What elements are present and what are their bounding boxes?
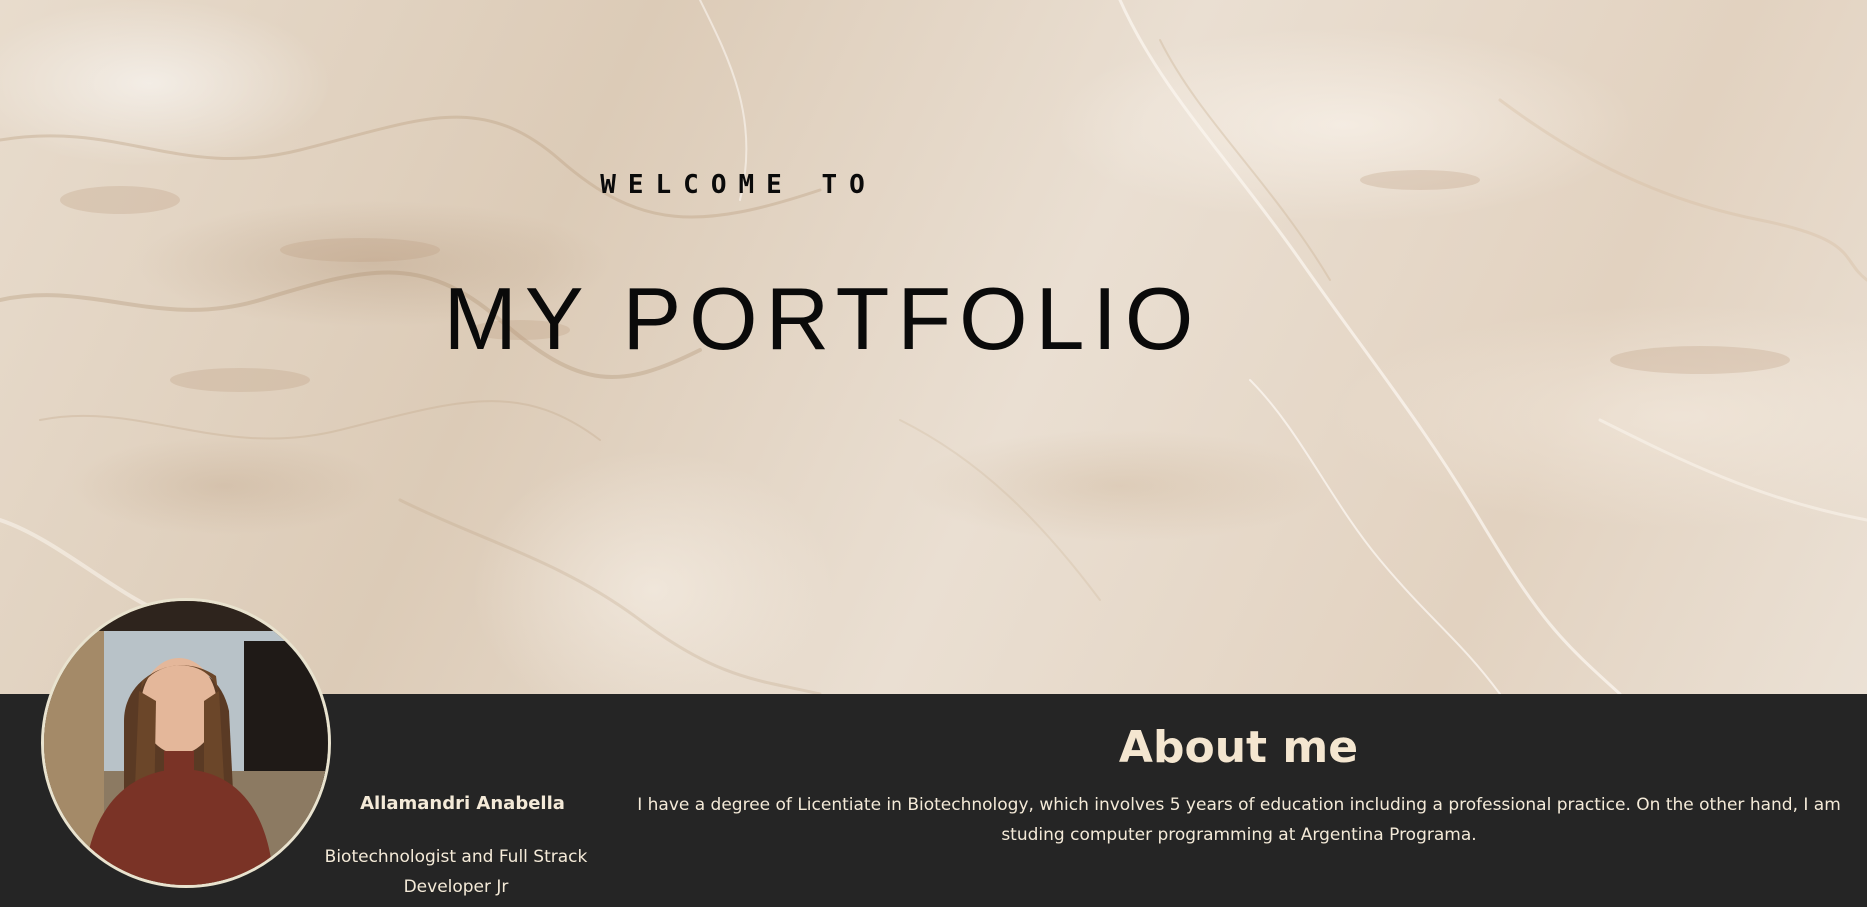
hero-banner: WELCOME TO MY PORTFOLIO <box>0 0 1867 694</box>
avatar <box>41 598 331 888</box>
about-description: I have a degree of Licentiate in Biotech… <box>637 795 1841 845</box>
page-title-label: MY PORTFOLIO <box>443 269 1202 368</box>
about-heading: About me <box>1118 722 1359 773</box>
profile-role: Biotechnologist and Full Strack Develope… <box>324 847 588 897</box>
page-title: MY PORTFOLIO <box>0 268 1867 370</box>
profile-name: Allamandri Anabella <box>360 793 565 814</box>
profile-photo <box>44 601 328 885</box>
welcome-text: WELCOME TO <box>0 170 1867 200</box>
welcome-label: WELCOME TO <box>600 170 877 200</box>
